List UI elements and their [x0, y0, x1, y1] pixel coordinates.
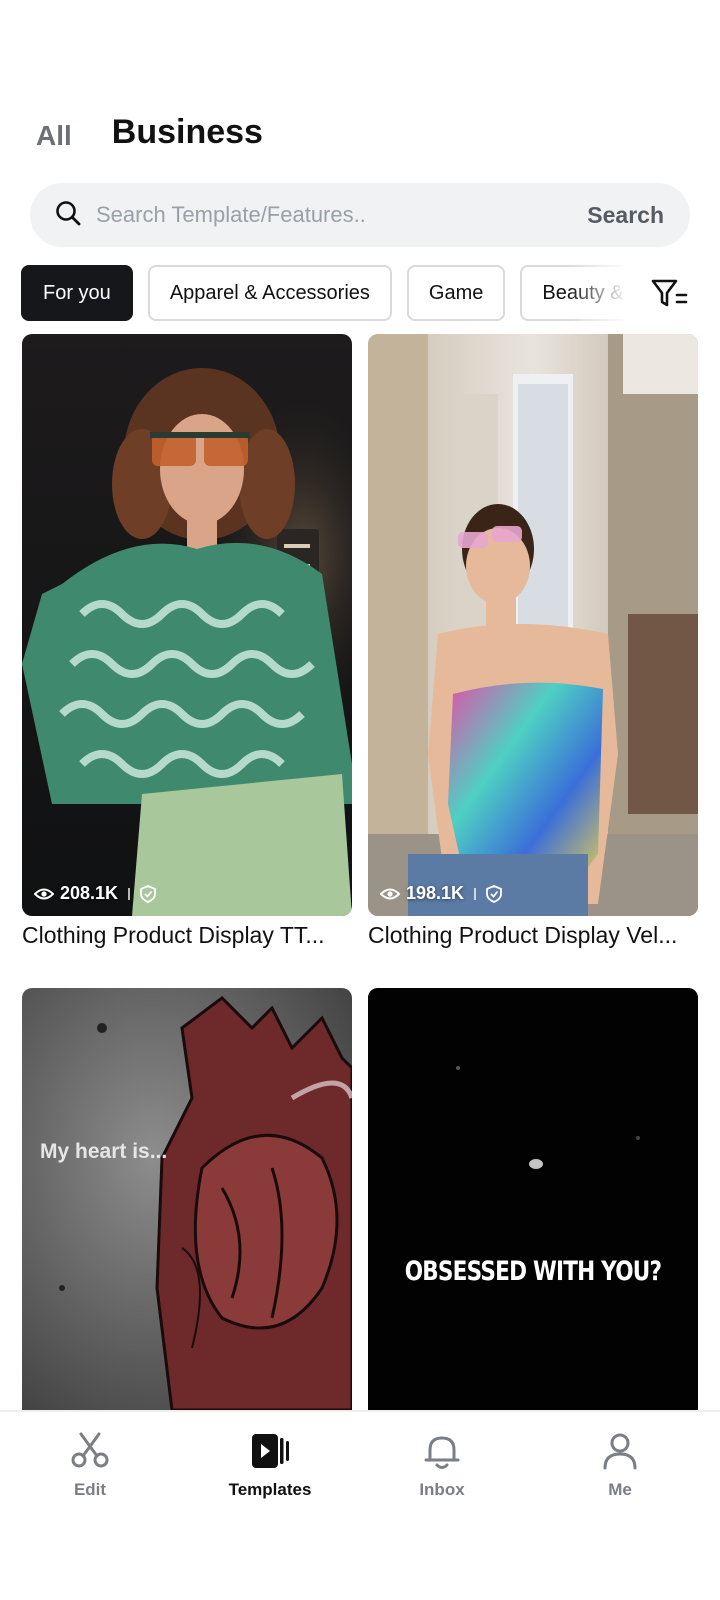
- top-tabs: All Business: [36, 100, 263, 152]
- template-stats: 198.1K: [380, 883, 502, 904]
- dark-background: [368, 988, 698, 1410]
- nav-label: Templates: [228, 1480, 312, 1499]
- template-stats: 208.1K: [34, 883, 156, 904]
- fashion-photo: [22, 334, 352, 916]
- stats-divider: [474, 887, 477, 900]
- template-thumbnail[interactable]: 208.1K: [22, 334, 352, 916]
- template-title[interactable]: Clothing Product Display TT...: [22, 922, 352, 949]
- template-thumbnail[interactable]: 198.1K: [368, 334, 698, 916]
- template-overlay-text: OBSESSED WITH YOU?: [404, 1256, 662, 1287]
- search-input[interactable]: [96, 202, 588, 228]
- search-button[interactable]: Search: [587, 202, 664, 229]
- eye-icon: [34, 888, 54, 899]
- stats-divider: [128, 887, 131, 900]
- nav-label: Me: [608, 1480, 632, 1499]
- template-card[interactable]: 208.1K Clothing Product Display TT...: [22, 334, 352, 964]
- chip-apparel-accessories[interactable]: Apparel & Accessories: [147, 265, 392, 321]
- template-thumbnail[interactable]: OBSESSED WITH YOU?: [368, 988, 698, 1410]
- filter-icon[interactable]: [650, 275, 690, 313]
- view-count: 208.1K: [60, 883, 119, 903]
- category-bar: For you Apparel & Accessories Game Beaut…: [0, 265, 720, 323]
- bell-icon: [424, 1436, 460, 1469]
- shield-icon: [140, 884, 156, 903]
- eye-icon: [380, 888, 400, 899]
- chip-for-you[interactable]: For you: [21, 265, 133, 321]
- template-card[interactable]: 198.1K Clothing Product Display Vel...: [368, 334, 698, 964]
- templates-icon: [252, 1434, 289, 1468]
- scissors-icon: [71, 1432, 109, 1468]
- view-count: 198.1K: [406, 883, 465, 903]
- nav-edit[interactable]: Edit: [30, 1430, 150, 1500]
- nav-me[interactable]: Me: [560, 1430, 680, 1500]
- category-chips: For you Apparel & Accessories Game Beaut…: [21, 265, 628, 323]
- template-overlay-text: My heart is...: [40, 1140, 168, 1163]
- fashion-photo: [368, 334, 698, 916]
- chip-game[interactable]: Game: [406, 265, 506, 321]
- template-card[interactable]: My heart is...: [22, 988, 352, 1410]
- nav-label: Edit: [73, 1480, 107, 1499]
- template-thumbnail[interactable]: My heart is...: [22, 988, 352, 1410]
- heart-artwork: [22, 988, 352, 1410]
- bottom-nav: Edit Templates Inbox Me: [0, 1410, 720, 1600]
- shield-icon: [486, 884, 502, 903]
- search-icon: [54, 199, 82, 232]
- nav-inbox[interactable]: Inbox: [382, 1430, 502, 1500]
- tab-business[interactable]: Business: [112, 113, 263, 152]
- template-title[interactable]: Clothing Product Display Vel...: [368, 922, 698, 949]
- chip-beauty[interactable]: Beauty &: [520, 265, 628, 321]
- tab-all[interactable]: All: [36, 120, 72, 152]
- nav-templates[interactable]: Templates: [210, 1430, 330, 1500]
- nav-label: Inbox: [419, 1480, 465, 1499]
- template-card[interactable]: OBSESSED WITH YOU?: [368, 988, 698, 1410]
- person-icon: [603, 1433, 637, 1470]
- search-bar: Search: [30, 183, 690, 247]
